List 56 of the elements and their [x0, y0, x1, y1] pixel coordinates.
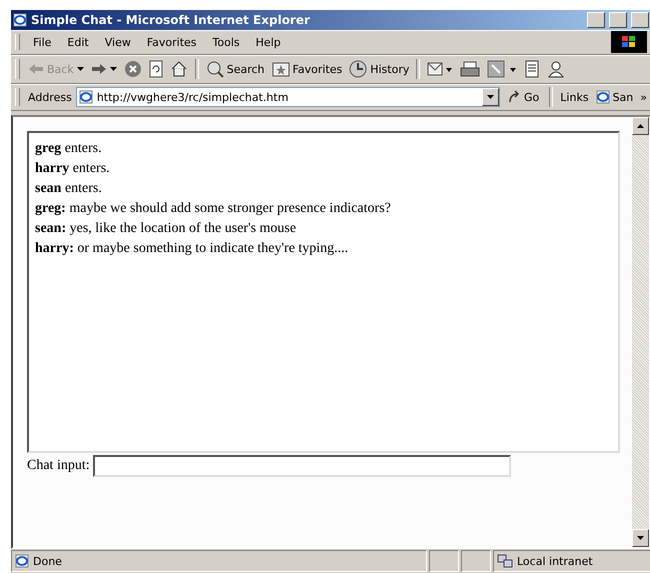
document-icon — [524, 60, 540, 78]
chat-message: harry: or maybe something to indicate they're typing.... — [35, 240, 350, 258]
home-icon — [170, 60, 188, 78]
scroll-down-button[interactable] — [632, 529, 649, 547]
down-arrow-icon — [637, 536, 644, 540]
windows-flag-icon — [611, 31, 647, 53]
search-button[interactable]: Search — [202, 58, 268, 80]
caret-icon — [76, 67, 84, 71]
forward-arrow-icon — [90, 63, 107, 75]
favorites-button[interactable]: Favorites — [268, 59, 346, 79]
person-icon — [547, 60, 566, 78]
chat-input-label: Chat input: — [27, 458, 90, 474]
chat-message: sean: yes, like the location of the user's mouse — [35, 220, 298, 238]
back-arrow-icon — [28, 63, 44, 75]
menu-item[interactable]: View — [98, 34, 138, 50]
more-links-button[interactable]: » — [640, 90, 647, 104]
search-icon — [206, 60, 224, 78]
clock-icon — [349, 60, 368, 78]
links-label: Links — [560, 90, 589, 104]
page-icon — [15, 554, 29, 568]
dropdown-button[interactable] — [482, 88, 500, 106]
network-icon — [497, 554, 513, 568]
minimize-button[interactable] — [587, 12, 605, 28]
caret-icon — [487, 95, 494, 99]
star-folder-icon — [272, 61, 290, 77]
go-button[interactable]: Go — [504, 88, 542, 106]
caret-icon — [110, 67, 117, 71]
menu-item[interactable]: Tools — [206, 34, 247, 50]
chat-message: greg enters. — [35, 140, 103, 158]
address-field[interactable]: http://vwghere3/rc/simplechat.htm — [76, 87, 500, 107]
zone-text: Local intranet — [517, 554, 593, 568]
refresh-icon — [148, 60, 163, 78]
envelope-icon — [427, 60, 454, 78]
menu-item[interactable]: Edit — [60, 34, 96, 50]
menu-item[interactable]: File — [26, 34, 58, 50]
status-text: Done — [33, 554, 62, 568]
history-button[interactable]: History — [346, 58, 412, 80]
window-title: Simple Chat - Microsoft Internet Explorer — [31, 13, 311, 27]
maximize-button[interactable] — [609, 12, 627, 28]
scroll-up-button[interactable] — [632, 117, 649, 135]
menu-item[interactable]: Help — [248, 34, 288, 50]
scrollbar[interactable] — [632, 117, 649, 547]
up-arrow-icon — [637, 124, 644, 128]
chat-input-field[interactable] — [92, 455, 511, 477]
stop-icon — [124, 60, 142, 78]
chat-message: greg: maybe we should add some stronger presence indicators? — [35, 200, 392, 218]
chat-message: sean enters. — [35, 180, 103, 198]
printer-icon — [460, 60, 480, 78]
address-label: Address — [28, 90, 72, 104]
chat-message: harry enters. — [35, 160, 111, 178]
close-button[interactable] — [631, 12, 649, 28]
link-item[interactable]: San — [592, 88, 636, 106]
page-icon — [78, 90, 93, 104]
go-arrow-icon — [507, 90, 522, 104]
menu-item[interactable]: Favorites — [140, 34, 204, 50]
page-icon — [596, 90, 610, 104]
